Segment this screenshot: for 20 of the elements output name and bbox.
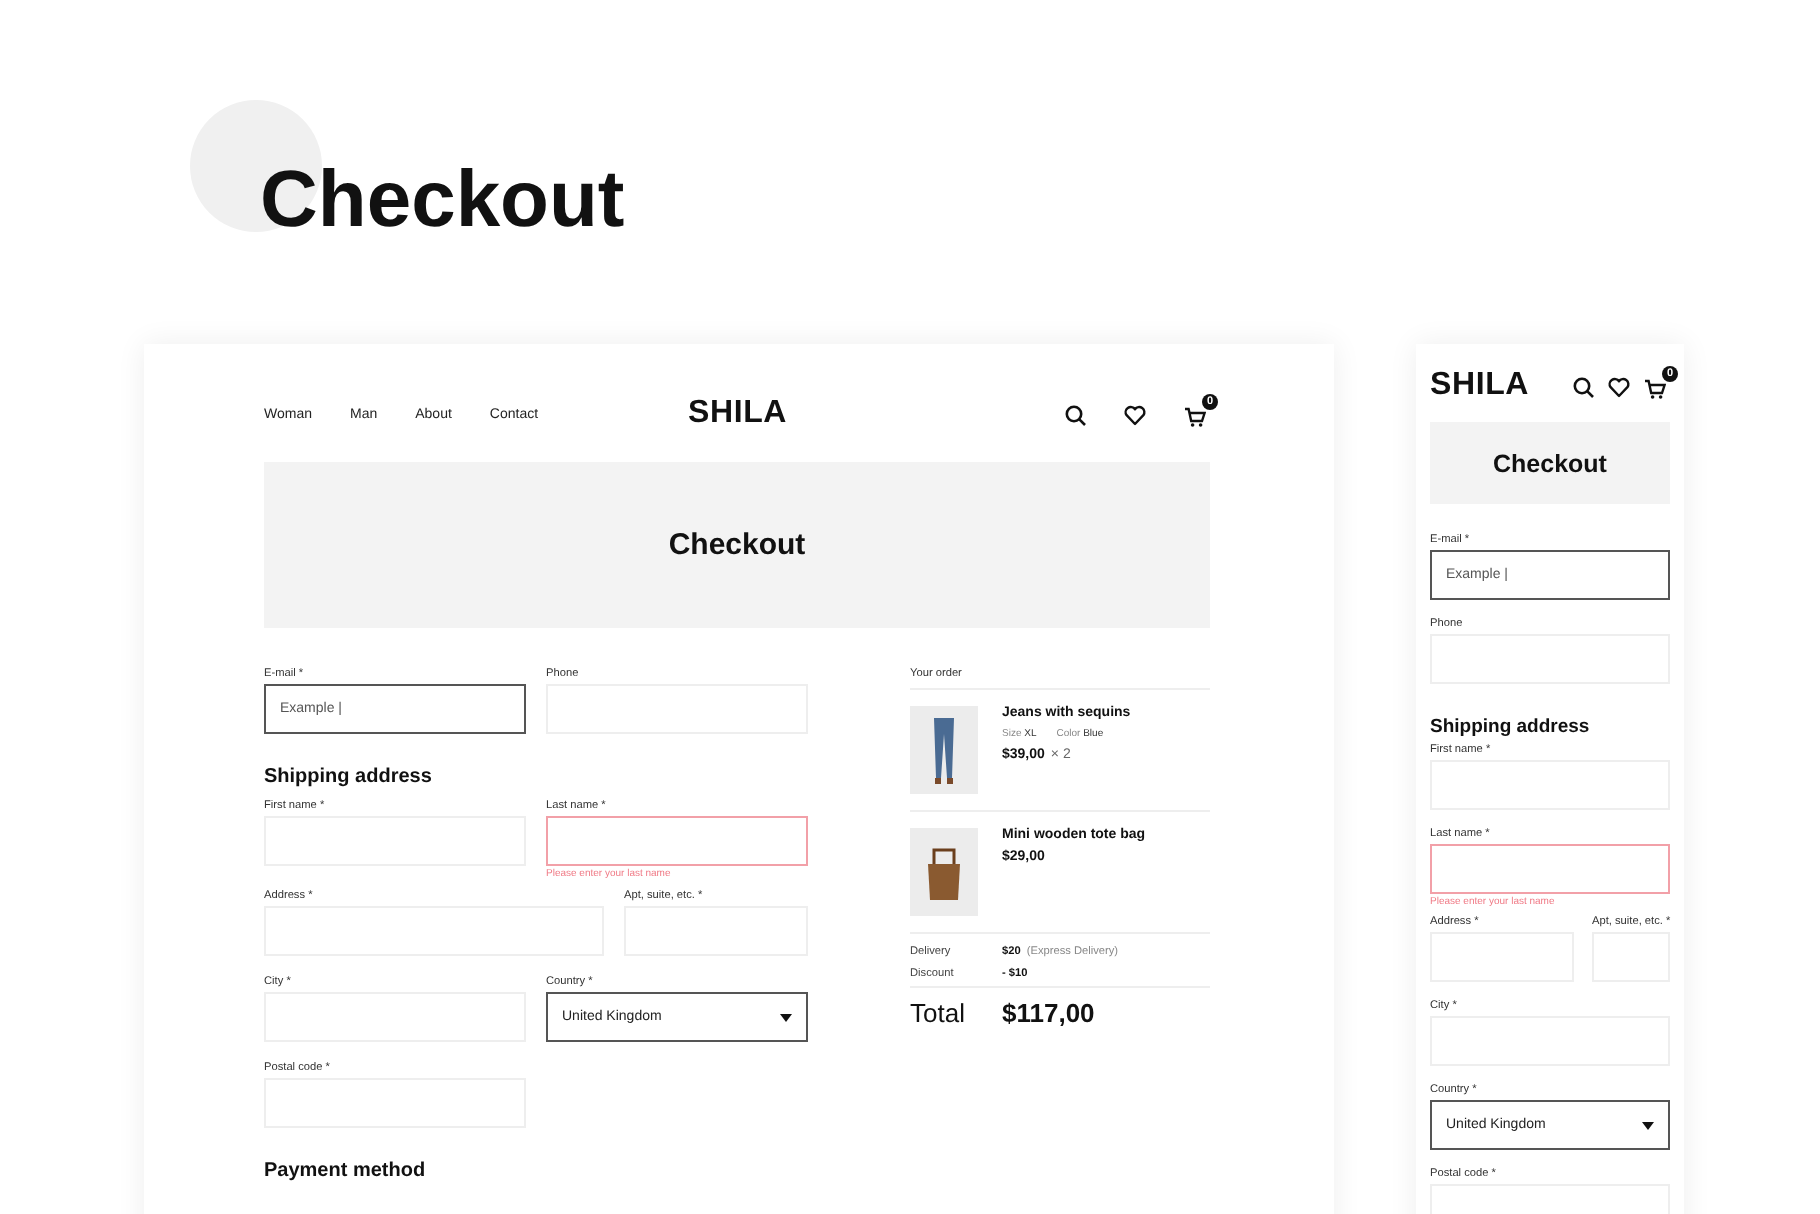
section-heading: Shipping address <box>1430 714 1592 740</box>
cart-icon[interactable] <box>1644 377 1666 399</box>
search-icon[interactable] <box>1572 375 1594 397</box>
search-icon[interactable] <box>1064 403 1086 425</box>
total-value: $117,00 <box>1002 998 1095 1028</box>
section-heading: Shipping address <box>264 764 434 790</box>
banner-title: Checkout <box>668 528 806 562</box>
total-label: Total <box>910 998 967 1028</box>
logo[interactable]: SHILA <box>688 396 1064 432</box>
page-title: Checkout <box>260 154 625 248</box>
logo[interactable]: SHILA <box>1430 368 1529 404</box>
cart-icon[interactable] <box>1184 405 1206 427</box>
caret-icon <box>1642 1121 1654 1129</box>
caret-icon <box>780 1013 792 1021</box>
heart-icon[interactable] <box>1608 375 1630 397</box>
section-heading: Payment method <box>264 1158 428 1184</box>
banner-title: Checkout <box>1493 449 1607 477</box>
input-field[interactable] <box>546 816 808 866</box>
input-field[interactable] <box>1430 844 1670 894</box>
heart-icon[interactable] <box>1124 403 1146 425</box>
